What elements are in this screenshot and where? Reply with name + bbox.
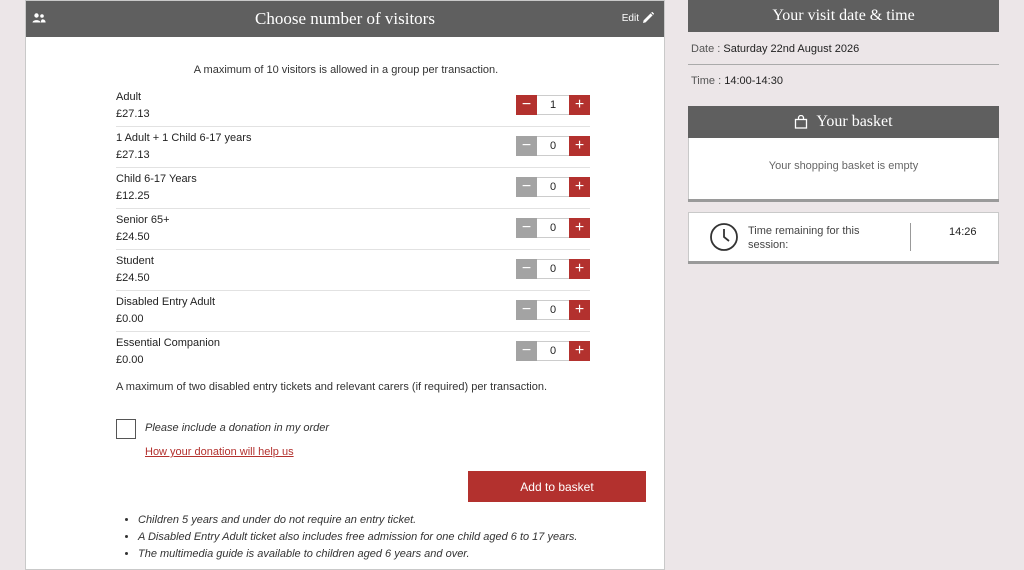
quantity-stepper: − 0 + xyxy=(516,341,590,361)
pencil-icon xyxy=(643,12,654,23)
visitors-header: Choose number of visitors Edit xyxy=(26,1,664,37)
ticket-name: Essential Companion xyxy=(116,337,220,349)
date-value: Saturday 22nd August 2026 xyxy=(723,43,860,55)
donation-info-link[interactable]: How your donation will help us xyxy=(145,446,294,458)
ticket-name: Disabled Entry Adult xyxy=(116,296,216,308)
disabled-tickets-note: A maximum of two disabled entry tickets … xyxy=(116,381,548,393)
visitors-panel: Choose number of visitors Edit A maximum… xyxy=(25,0,665,570)
quantity-value[interactable]: 0 xyxy=(537,259,569,279)
decrease-button[interactable]: − xyxy=(516,259,537,279)
decrease-button[interactable]: − xyxy=(516,177,537,197)
quantity-value[interactable]: 0 xyxy=(537,300,569,320)
edit-label: Edit xyxy=(621,12,639,24)
ticket-row-adult-child: 1 Adult + 1 Child 6-17 years £27.13 − 0 … xyxy=(116,126,590,168)
basket-panel: Your basket Your shopping basket is empt… xyxy=(688,106,999,202)
edit-link[interactable]: Edit xyxy=(622,12,654,24)
visit-title: Your visit date & time xyxy=(772,7,915,24)
ticket-row-disabled-adult: Disabled Entry Adult £0.00 − 0 + xyxy=(116,290,590,332)
ticket-price: £27.13 xyxy=(116,108,150,120)
donation-label: Please include a donation in my order xyxy=(145,422,330,434)
basket-title: Your basket xyxy=(816,113,893,130)
quantity-stepper: − 0 + xyxy=(516,218,590,238)
increase-button[interactable]: + xyxy=(569,177,590,197)
increase-button[interactable]: + xyxy=(569,259,590,279)
session-timer: Time remaining for this session: 14:26 xyxy=(688,212,999,264)
ticket-row-adult: Adult £27.13 − 1 + xyxy=(116,85,590,127)
ticket-price: £0.00 xyxy=(116,354,144,366)
increase-button[interactable]: + xyxy=(569,300,590,320)
timer-value: 14:26 xyxy=(949,226,977,238)
clock-icon xyxy=(710,223,738,251)
ticket-name: Child 6-17 Years xyxy=(116,173,197,185)
time-label: Time : xyxy=(691,75,722,87)
quantity-value[interactable]: 0 xyxy=(537,177,569,197)
divider xyxy=(910,223,911,251)
decrease-button[interactable]: − xyxy=(516,136,537,156)
ticket-price: £0.00 xyxy=(116,313,144,325)
quantity-value[interactable]: 0 xyxy=(537,218,569,238)
shopping-bag-icon xyxy=(795,115,808,129)
donation-checkbox[interactable] xyxy=(116,419,136,439)
list-item: The multimedia guide is available to chi… xyxy=(138,547,577,562)
ticket-row-companion: Essential Companion £0.00 − 0 + xyxy=(116,331,590,372)
ticket-row-child: Child 6-17 Years £12.25 − 0 + xyxy=(116,167,590,209)
add-to-basket-button[interactable]: Add to basket xyxy=(468,471,646,502)
increase-button[interactable]: + xyxy=(569,218,590,238)
ticket-row-senior: Senior 65+ £24.50 − 0 + xyxy=(116,208,590,250)
decrease-button[interactable]: − xyxy=(516,300,537,320)
time-value: 14:00-14:30 xyxy=(724,75,783,87)
quantity-value[interactable]: 0 xyxy=(537,341,569,361)
ticket-price: £27.13 xyxy=(116,149,150,161)
ticket-name: 1 Adult + 1 Child 6-17 years xyxy=(116,132,252,144)
ticket-price: £24.50 xyxy=(116,231,150,243)
ticket-notes-list: Children 5 years and under do not requir… xyxy=(124,513,577,564)
increase-button[interactable]: + xyxy=(569,341,590,361)
quantity-stepper: − 0 + xyxy=(516,259,590,279)
visit-time: Time : 14:00-14:30 xyxy=(691,75,783,87)
increase-button[interactable]: + xyxy=(569,136,590,156)
date-label: Date : xyxy=(691,43,721,55)
decrease-button[interactable]: − xyxy=(516,341,537,361)
ticket-row-student: Student £24.50 − 0 + xyxy=(116,249,590,291)
decrease-button[interactable]: − xyxy=(516,218,537,238)
ticket-price: £24.50 xyxy=(116,272,150,284)
basket-empty-text: Your shopping basket is empty xyxy=(768,160,919,172)
visitors-title: Choose number of visitors xyxy=(255,9,435,28)
visit-panel: Your visit date & time Date : Saturday 2… xyxy=(688,0,999,87)
quantity-stepper: − 1 + xyxy=(516,95,590,115)
quantity-value[interactable]: 0 xyxy=(537,136,569,156)
quantity-stepper: − 0 + xyxy=(516,177,590,197)
list-item: Children 5 years and under do not requir… xyxy=(138,513,577,528)
ticket-name: Adult xyxy=(116,91,142,103)
visit-header: Your visit date & time xyxy=(688,0,999,32)
ticket-price: £12.25 xyxy=(116,190,150,202)
basket-header: Your basket xyxy=(688,106,999,138)
quantity-value[interactable]: 1 xyxy=(537,95,569,115)
ticket-name: Senior 65+ xyxy=(116,214,170,226)
decrease-button[interactable]: − xyxy=(516,95,537,115)
ticket-name: Student xyxy=(116,255,154,267)
visit-date: Date : Saturday 22nd August 2026 xyxy=(691,43,859,55)
list-item: A Disabled Entry Adult ticket also inclu… xyxy=(138,530,577,545)
people-icon xyxy=(32,13,46,23)
quantity-stepper: − 0 + xyxy=(516,300,590,320)
max-visitors-note: A maximum of 10 visitors is allowed in a… xyxy=(193,64,499,76)
quantity-stepper: − 0 + xyxy=(516,136,590,156)
timer-label: Time remaining for this session: xyxy=(748,225,860,251)
divider xyxy=(688,64,999,65)
increase-button[interactable]: + xyxy=(569,95,590,115)
